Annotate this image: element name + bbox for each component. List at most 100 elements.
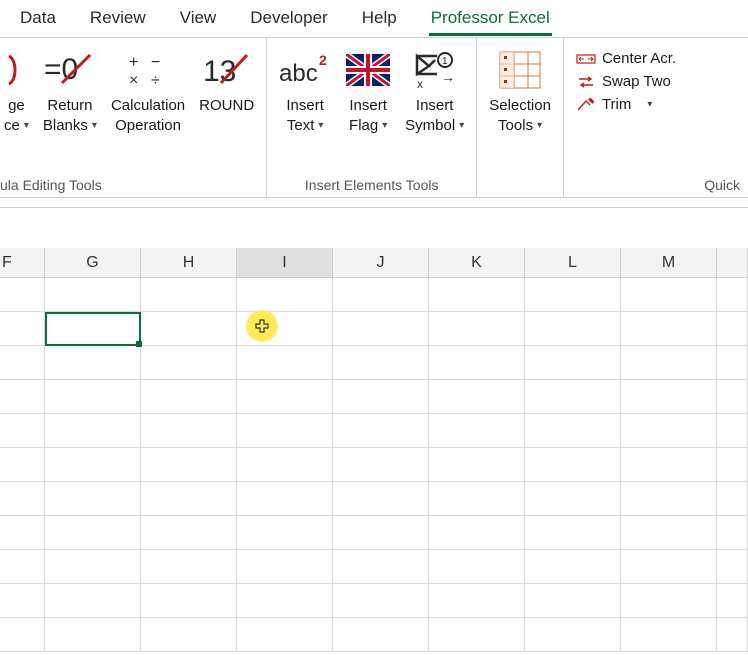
cell[interactable] <box>429 516 525 550</box>
cell[interactable] <box>0 312 45 346</box>
tab-view[interactable]: View <box>164 2 233 36</box>
cell[interactable] <box>45 448 141 482</box>
cell[interactable] <box>237 516 333 550</box>
cell[interactable] <box>429 414 525 448</box>
cell[interactable] <box>237 448 333 482</box>
cell[interactable] <box>141 584 237 618</box>
cell[interactable] <box>333 448 429 482</box>
cell[interactable] <box>333 414 429 448</box>
cell[interactable] <box>45 618 141 652</box>
cell[interactable] <box>333 278 429 312</box>
cell[interactable] <box>429 278 525 312</box>
cell[interactable] <box>141 448 237 482</box>
cell[interactable] <box>333 550 429 584</box>
cell[interactable] <box>141 414 237 448</box>
insert-flag-button[interactable]: Insert Flag▾ <box>341 44 395 137</box>
cell[interactable] <box>0 482 45 516</box>
return-blanks-button[interactable]: =0 Return Blanks▾ <box>39 44 101 137</box>
cell[interactable] <box>333 584 429 618</box>
cell[interactable] <box>717 380 748 414</box>
cell[interactable] <box>141 516 237 550</box>
cell[interactable] <box>237 312 333 346</box>
cell[interactable] <box>45 278 141 312</box>
cell[interactable] <box>45 550 141 584</box>
insert-symbol-button[interactable]: x 1 → Insert Symbol▾ <box>401 44 468 137</box>
cell[interactable] <box>141 618 237 652</box>
cell[interactable] <box>717 618 748 652</box>
col-header-m[interactable]: M <box>621 248 717 277</box>
cell[interactable] <box>525 448 621 482</box>
swap-two-button[interactable]: Swap Two <box>572 71 740 92</box>
cell[interactable] <box>45 346 141 380</box>
cell[interactable] <box>525 550 621 584</box>
cell[interactable] <box>45 312 141 346</box>
cell[interactable] <box>237 550 333 584</box>
col-header-cut[interactable] <box>717 248 748 277</box>
center-across-button[interactable]: Center Acr. <box>572 48 740 69</box>
cell[interactable] <box>237 618 333 652</box>
cell[interactable] <box>0 618 45 652</box>
cell[interactable] <box>717 482 748 516</box>
cell[interactable] <box>621 278 717 312</box>
cell[interactable] <box>45 380 141 414</box>
cell[interactable] <box>717 550 748 584</box>
cell[interactable] <box>429 448 525 482</box>
cell[interactable] <box>621 380 717 414</box>
cell[interactable] <box>717 346 748 380</box>
cell[interactable] <box>0 414 45 448</box>
cell[interactable] <box>717 414 748 448</box>
cell[interactable] <box>621 618 717 652</box>
cell[interactable] <box>333 312 429 346</box>
col-header-g[interactable]: G <box>45 248 141 277</box>
cell[interactable] <box>621 448 717 482</box>
insert-text-button[interactable]: abc 2 Insert Text▾ <box>275 44 335 137</box>
cell[interactable] <box>0 346 45 380</box>
cell[interactable] <box>525 618 621 652</box>
cell[interactable] <box>525 278 621 312</box>
cell[interactable] <box>525 380 621 414</box>
col-header-k[interactable]: K <box>429 248 525 277</box>
cell[interactable] <box>621 312 717 346</box>
cell[interactable] <box>621 414 717 448</box>
cell[interactable] <box>717 448 748 482</box>
cell[interactable] <box>141 482 237 516</box>
cell[interactable] <box>237 482 333 516</box>
button-cutoff-left[interactable]: ge ce▾ <box>0 44 33 137</box>
cell[interactable] <box>45 414 141 448</box>
cell[interactable] <box>717 516 748 550</box>
cell[interactable] <box>717 312 748 346</box>
cell[interactable] <box>429 312 525 346</box>
cell[interactable] <box>429 584 525 618</box>
cell[interactable] <box>621 482 717 516</box>
col-header-l[interactable]: L <box>525 248 621 277</box>
col-header-f[interactable]: F <box>0 248 45 277</box>
cell[interactable] <box>333 482 429 516</box>
cell[interactable] <box>621 550 717 584</box>
cell[interactable] <box>429 380 525 414</box>
cell[interactable] <box>525 312 621 346</box>
cell[interactable] <box>525 584 621 618</box>
col-header-j[interactable]: J <box>333 248 429 277</box>
cell[interactable] <box>141 380 237 414</box>
cell[interactable] <box>429 550 525 584</box>
col-header-h[interactable]: H <box>141 248 237 277</box>
col-header-i[interactable]: I <box>237 248 333 277</box>
cell[interactable] <box>525 516 621 550</box>
cell[interactable] <box>621 516 717 550</box>
cell[interactable] <box>0 516 45 550</box>
cell[interactable] <box>0 278 45 312</box>
cell[interactable] <box>717 584 748 618</box>
selection-tools-button[interactable]: Selection Tools▾ <box>485 44 555 137</box>
cell[interactable] <box>237 278 333 312</box>
cell[interactable] <box>0 380 45 414</box>
cell[interactable] <box>45 584 141 618</box>
cell[interactable] <box>141 550 237 584</box>
cell[interactable] <box>333 516 429 550</box>
calculation-operation-button[interactable]: + − × ÷ Calculation Operation <box>107 44 189 137</box>
cell[interactable] <box>429 346 525 380</box>
cell[interactable] <box>141 278 237 312</box>
cell[interactable] <box>525 346 621 380</box>
cell[interactable] <box>333 346 429 380</box>
cell[interactable] <box>333 380 429 414</box>
cell[interactable] <box>237 584 333 618</box>
